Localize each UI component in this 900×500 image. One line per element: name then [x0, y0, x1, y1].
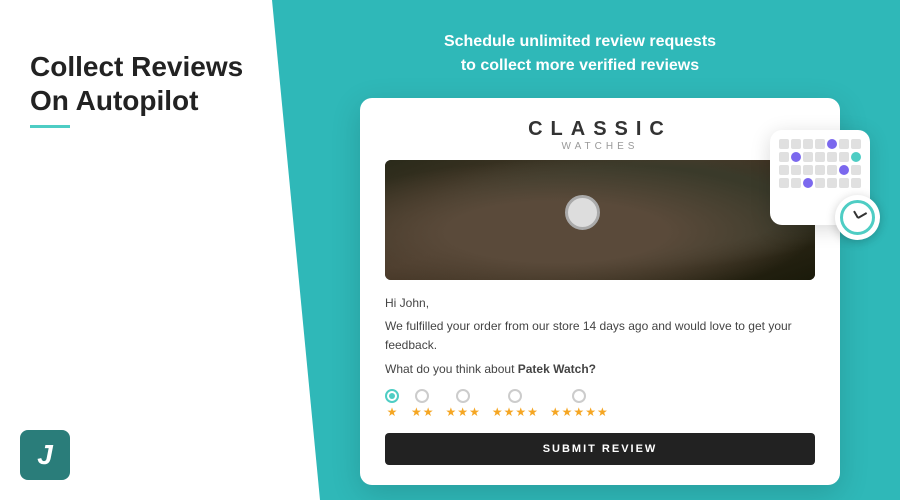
cal-cell [803, 139, 813, 149]
cal-cell [779, 139, 789, 149]
cal-cell [851, 165, 861, 175]
left-panel: Collect Reviews On Autopilot Create cust… [0, 0, 320, 500]
brand-sub: WATCHES [385, 141, 815, 152]
stars-4: ★★★★ [492, 405, 538, 419]
rating-4-stars[interactable]: ★★★★ [492, 389, 538, 419]
top-description: Schedule unlimited review requests to co… [444, 30, 756, 78]
cal-cell-dot [791, 152, 801, 162]
title-section: Collect Reviews On Autopilot [30, 50, 270, 128]
cal-cell [839, 152, 849, 162]
stars-2: ★★ [411, 405, 434, 419]
rating-1-star[interactable]: ★ [385, 389, 399, 419]
stars-3: ★★★ [446, 405, 480, 419]
calendar-widget [770, 130, 870, 225]
cal-cell [791, 139, 801, 149]
rating-2-stars[interactable]: ★★ [411, 389, 434, 419]
stars-1: ★ [387, 405, 398, 419]
clock-widget [835, 195, 880, 240]
logo-j: J [20, 430, 70, 480]
email-body: Hi John, We fulfilled your order from ou… [385, 294, 815, 379]
cal-cell [851, 139, 861, 149]
cal-cell [803, 165, 813, 175]
rating-5-stars[interactable]: ★★★★★ [550, 389, 608, 419]
submit-review-button[interactable]: SUBMIT REVIEW [385, 433, 815, 465]
radio-3[interactable] [456, 389, 470, 403]
bottom-label: Create custom email templates [40, 361, 270, 400]
cal-cell [815, 139, 825, 149]
greeting: Hi John, [385, 294, 815, 313]
star-rating-row: ★ ★★ ★★★ ★★★★ [385, 389, 815, 419]
title-underline [30, 125, 70, 128]
cal-cell-dot [839, 165, 849, 175]
cal-cell [851, 178, 861, 188]
radio-4[interactable] [508, 389, 522, 403]
cal-cell [815, 178, 825, 188]
cal-cell [779, 165, 789, 175]
watch-photo [385, 160, 815, 280]
cal-cell [779, 152, 789, 162]
cal-cell [839, 178, 849, 188]
cal-cell-highlight [851, 152, 861, 162]
email-image [385, 160, 815, 280]
cal-cell [779, 178, 789, 188]
email-card: CLASSIC WATCHES Hi John, We fulfilled yo… [360, 98, 840, 485]
cal-cell [827, 152, 837, 162]
radio-1[interactable] [385, 389, 399, 403]
cal-cell [827, 178, 837, 188]
cal-cell [791, 165, 801, 175]
main-container: Collect Reviews On Autopilot Create cust… [0, 0, 900, 500]
cal-cell [803, 152, 813, 162]
clock-face [840, 200, 875, 235]
radio-2[interactable] [415, 389, 429, 403]
cal-cell [815, 165, 825, 175]
clock-hand-minute [857, 212, 867, 219]
cal-cell [827, 165, 837, 175]
cal-cell [791, 178, 801, 188]
cal-cell-dot [827, 139, 837, 149]
question-line: What do you think about Patek Watch? [385, 360, 815, 379]
body-text: We fulfilled your order from our store 1… [385, 317, 815, 355]
brand-name: CLASSIC [385, 118, 815, 141]
cal-cell [815, 152, 825, 162]
rating-3-stars[interactable]: ★★★ [446, 389, 480, 419]
email-brand: CLASSIC WATCHES [385, 118, 815, 152]
stars-5: ★★★★★ [550, 405, 608, 419]
cal-cell [839, 139, 849, 149]
cal-cell-dot [803, 178, 813, 188]
watch-illustration [565, 195, 600, 230]
page-title: Collect Reviews On Autopilot [30, 50, 270, 117]
radio-5[interactable] [572, 389, 586, 403]
